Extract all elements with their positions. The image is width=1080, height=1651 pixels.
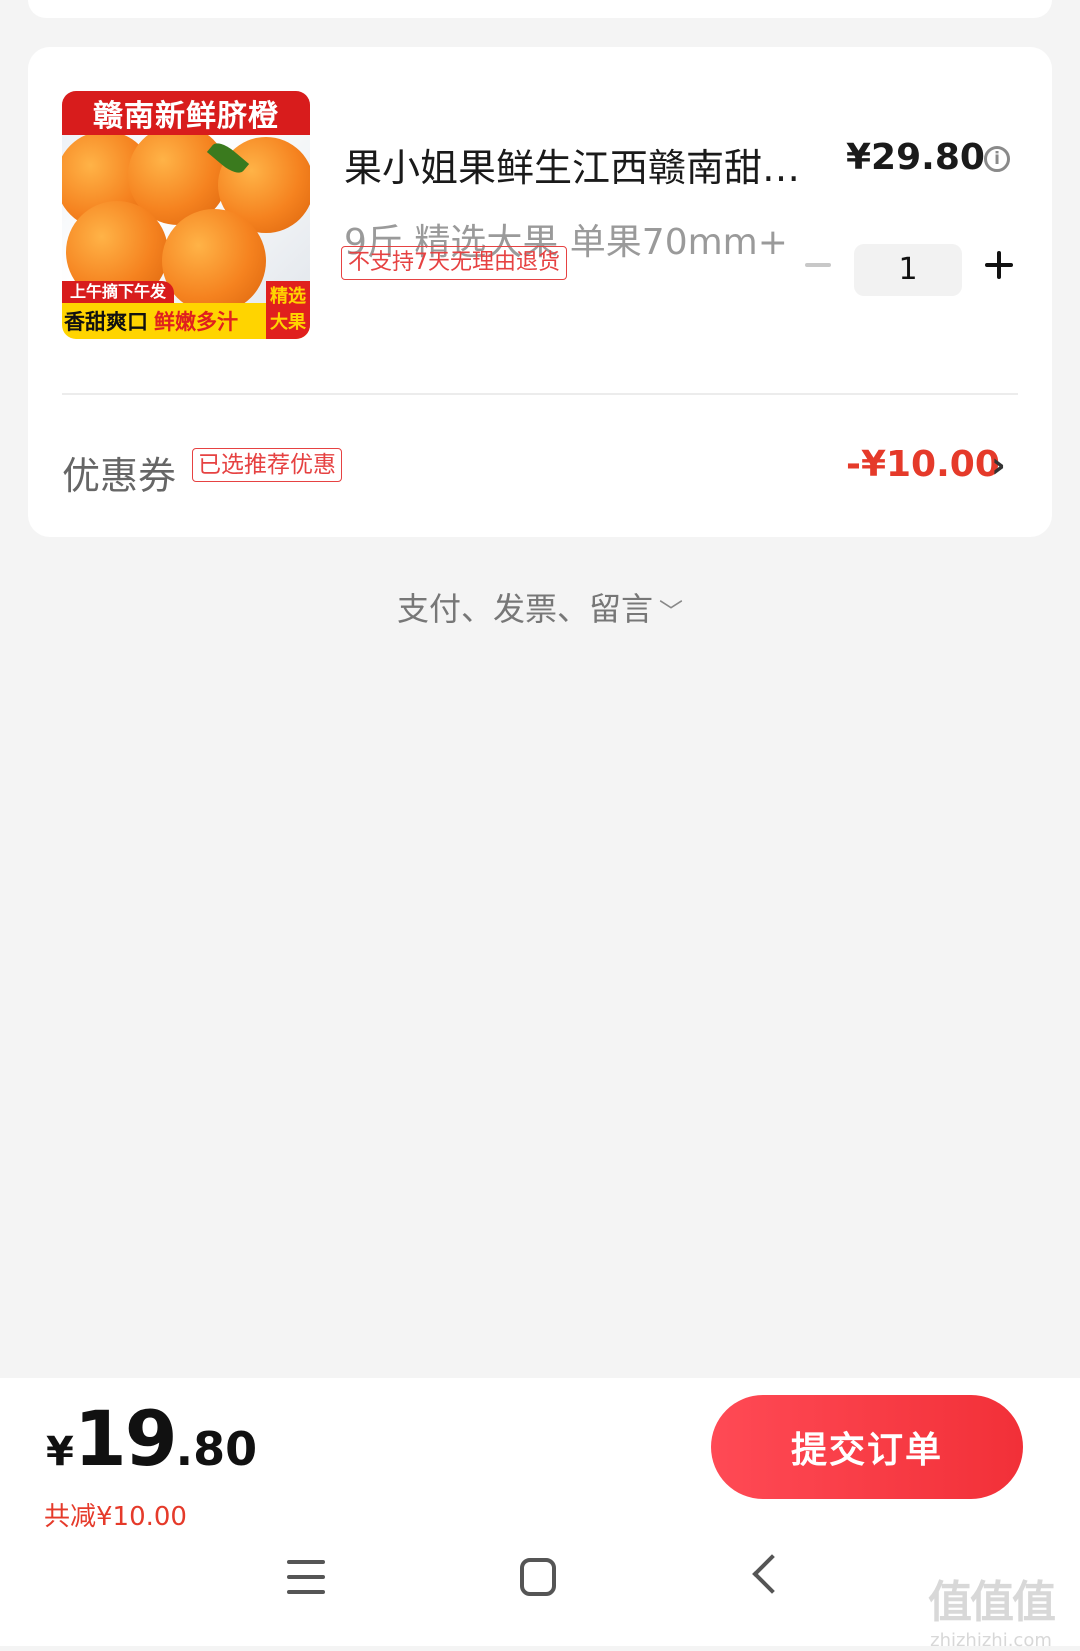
chevron-right-icon[interactable]: › bbox=[991, 445, 1006, 486]
orange-graphic bbox=[162, 209, 266, 313]
divider bbox=[62, 393, 1018, 395]
watermark-logo: 值值值 bbox=[928, 1577, 1056, 1628]
product-price: ¥29.80 bbox=[846, 137, 985, 178]
product-image-corner-badge: 精选大果 bbox=[266, 281, 310, 339]
total-price: ¥ 19 .80 bbox=[46, 1394, 257, 1483]
home-icon[interactable] bbox=[520, 1558, 556, 1596]
total-price-integer: 19 bbox=[73, 1394, 178, 1483]
coupon-label: 优惠券 bbox=[62, 454, 177, 498]
info-icon[interactable]: i bbox=[984, 146, 1010, 172]
currency-symbol: ¥ bbox=[46, 1429, 74, 1475]
product-image-tag: 上午摘下午发 bbox=[62, 281, 175, 303]
product-image-banner: 赣南新鲜脐橙 bbox=[62, 91, 310, 135]
more-options-label: 支付、发票、留言 bbox=[396, 590, 653, 628]
quantity-increase-button[interactable] bbox=[984, 250, 1014, 280]
total-discount-text: 共减¥10.00 bbox=[44, 1502, 187, 1532]
watermark: 值值值 zhizhizhi.com bbox=[928, 1566, 1056, 1651]
payment-invoice-message-toggle[interactable]: 支付、发票、留言 ﹀ bbox=[0, 584, 1080, 630]
previous-card-edge bbox=[28, 0, 1052, 18]
slogan-text: 香甜爽口 bbox=[64, 310, 148, 334]
order-item-card: 赣南新鲜脐橙 上午摘下午发 香甜爽口 鲜嫩多汁 精选大果 果小姐果鲜生江西赣南甜… bbox=[28, 47, 1052, 537]
product-title[interactable]: 果小姐果鲜生江西赣南甜… bbox=[344, 137, 804, 192]
chevron-down-icon: ﹀ bbox=[659, 598, 683, 626]
submit-order-button[interactable]: 提交订单 bbox=[711, 1395, 1023, 1499]
coupon-selected-badge: 已选推荐优惠 bbox=[192, 448, 342, 482]
product-image[interactable]: 赣南新鲜脐橙 上午摘下午发 香甜爽口 鲜嫩多汁 精选大果 bbox=[62, 91, 310, 339]
return-policy-badge: 不支持7天无理由退货 bbox=[341, 246, 567, 280]
quantity-decrease-button[interactable] bbox=[803, 250, 833, 280]
quantity-input[interactable]: 1 bbox=[854, 244, 962, 296]
checkout-bar: ¥ 19 .80 共减¥10.00 提交订单 bbox=[0, 1378, 1080, 1646]
menu-icon[interactable] bbox=[287, 1560, 325, 1594]
total-price-decimal: .80 bbox=[175, 1422, 258, 1476]
watermark-site: zhizhizhi.com bbox=[930, 1630, 1052, 1651]
coupon-discount-amount[interactable]: -¥10.00 bbox=[846, 444, 1000, 485]
slogan-text: 鲜嫩多汁 bbox=[154, 310, 238, 334]
